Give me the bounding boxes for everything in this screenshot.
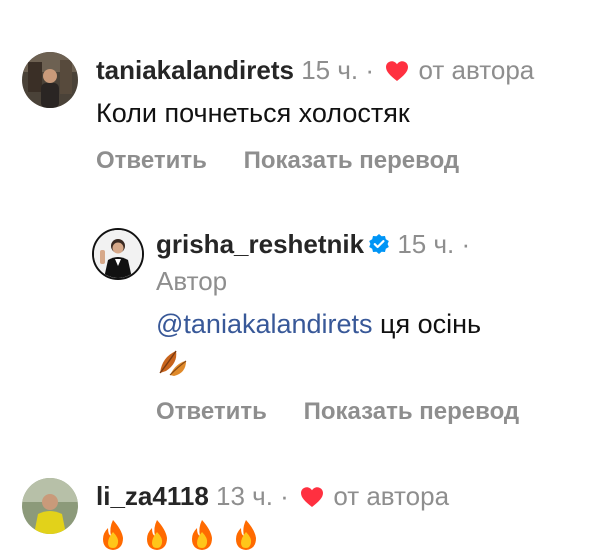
avatar[interactable] bbox=[22, 52, 78, 108]
avatar[interactable] bbox=[92, 228, 144, 280]
fire-icon bbox=[185, 518, 219, 557]
fire-icon bbox=[229, 518, 263, 557]
timestamp: 15 ч. bbox=[301, 55, 359, 85]
verified-badge-icon bbox=[368, 231, 390, 261]
translate-button[interactable]: Показать перевод bbox=[304, 398, 520, 425]
liked-by-author-label: от автора bbox=[333, 481, 450, 511]
comment-text: Коли почнеться холостяк bbox=[96, 98, 410, 128]
author-label: Автор bbox=[156, 266, 228, 296]
comment-header: li_za4118 13 ч. · от автора bbox=[96, 481, 449, 514]
comment-actions: Ответить Показать перевод bbox=[96, 147, 489, 175]
separator: · bbox=[280, 481, 289, 511]
reply-button[interactable]: Ответить bbox=[156, 398, 267, 425]
separator: · bbox=[365, 55, 375, 85]
comment-header: taniakalandirets 15 ч. · от автора bbox=[96, 55, 534, 88]
liked-by-author-label: от автора bbox=[418, 55, 535, 85]
username[interactable]: grisha_reshetnik bbox=[156, 229, 364, 259]
reply-button[interactable]: Ответить bbox=[96, 147, 207, 174]
fire-icon bbox=[140, 518, 174, 557]
comment-header: grisha_reshetnik 15 ч. · bbox=[156, 229, 470, 261]
timestamp: 13 ч. bbox=[216, 481, 273, 511]
heart-icon bbox=[385, 58, 409, 88]
timestamp: 15 ч. bbox=[397, 229, 455, 259]
comment-text: @taniakalandirets ця осінь bbox=[156, 307, 481, 341]
comment-emoji-row bbox=[96, 518, 263, 552]
separator: · bbox=[461, 229, 471, 259]
avatar[interactable] bbox=[22, 478, 78, 534]
fallen-leaf-icon bbox=[156, 345, 190, 384]
mention-link[interactable]: @taniakalandirets bbox=[156, 309, 373, 339]
heart-icon bbox=[300, 484, 324, 514]
translate-button[interactable]: Показать перевод bbox=[244, 147, 460, 174]
comment-body: ця осінь bbox=[380, 309, 482, 339]
username[interactable]: taniakalandirets bbox=[96, 55, 294, 85]
username[interactable]: li_za4118 bbox=[96, 481, 209, 511]
fire-icon bbox=[96, 518, 130, 557]
comment-actions: Ответить Показать перевод bbox=[156, 398, 549, 426]
